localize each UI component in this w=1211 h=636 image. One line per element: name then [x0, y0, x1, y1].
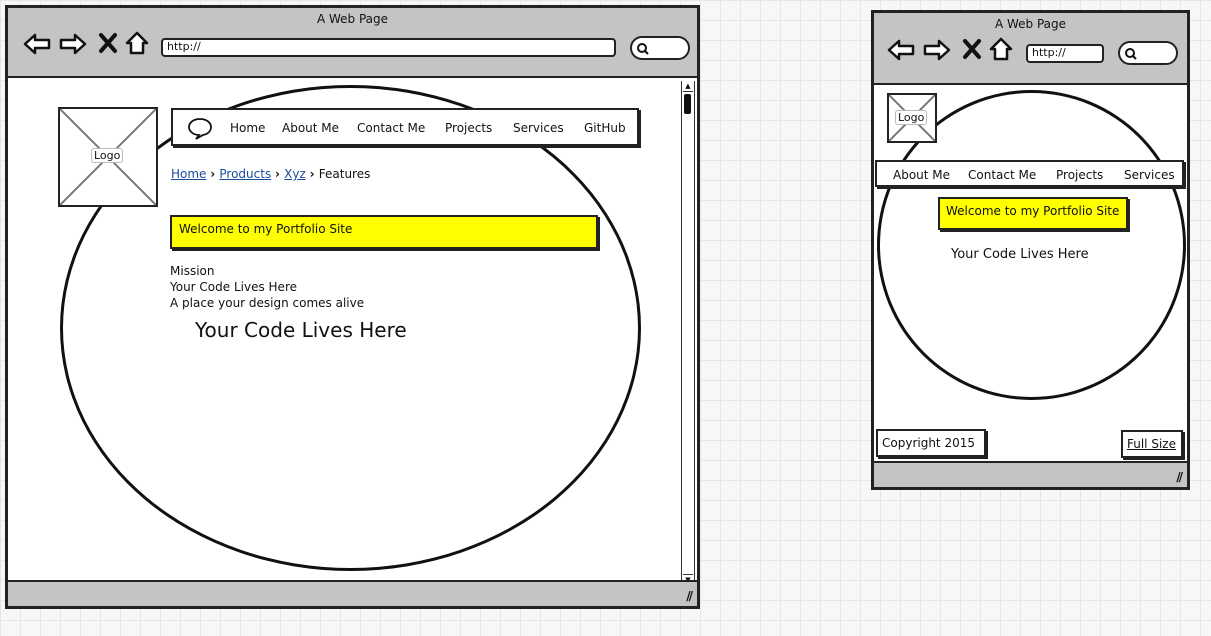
breadcrumb-xyz[interactable]: Xyz — [284, 167, 306, 181]
nav-projects[interactable]: Projects — [445, 121, 492, 135]
mobile-search-field[interactable] — [1118, 41, 1178, 65]
resize-grip-icon[interactable]: // — [686, 589, 693, 603]
full-size-button[interactable]: Full Size — [1121, 430, 1183, 458]
back-arrow-icon[interactable] — [22, 32, 52, 56]
nav-about-me[interactable]: About Me — [282, 121, 339, 135]
mobile-logo: Logo — [887, 93, 937, 143]
search-icon — [637, 43, 649, 55]
breadcrumb: Home › Products › Xyz › Features — [171, 167, 370, 181]
speech-bubble-icon — [188, 118, 212, 140]
breadcrumb-features: Features — [318, 167, 371, 181]
home-icon[interactable] — [988, 36, 1014, 62]
mobile-code-lives-text: Your Code Lives Here — [951, 247, 1089, 262]
nav-home[interactable]: Home — [230, 121, 265, 135]
mobile-browser-window: A Web Page http:// Logo About Me Contact… — [871, 10, 1190, 490]
search-icon — [1125, 48, 1137, 60]
desktop-browser-window: A Web Page http:// Logo Home About Me Co… — [5, 5, 700, 609]
desktop-scrollbar[interactable]: ▲ ▼ — [681, 81, 695, 585]
scroll-thumb[interactable] — [684, 94, 691, 114]
nav-github[interactable]: GitHub — [584, 121, 626, 135]
nav-contact-me[interactable]: Contact Me — [968, 168, 1036, 182]
desktop-url-field[interactable]: http:// — [161, 38, 616, 57]
mobile-title-bar: A Web Page http:// — [874, 13, 1187, 85]
desktop-window-title: A Web Page — [316, 12, 389, 26]
desktop-status-bar: // — [8, 580, 697, 606]
forward-arrow-icon[interactable] — [922, 38, 952, 62]
nav-about-me[interactable]: About Me — [893, 168, 950, 182]
home-icon[interactable] — [124, 30, 150, 56]
chevron-right-icon: › — [309, 167, 319, 181]
desktop-hero-heading: Your Code Lives Here — [195, 318, 407, 342]
desktop-welcome-banner: Welcome to my Portfolio Site — [170, 215, 598, 249]
tagline-text: A place your design comes alive — [170, 296, 365, 310]
nav-contact-me[interactable]: Contact Me — [357, 121, 425, 135]
code-lives-text: Your Code Lives Here — [170, 280, 297, 294]
mobile-url-field[interactable]: http:// — [1026, 44, 1104, 63]
forward-arrow-icon[interactable] — [58, 32, 88, 56]
mission-label: Mission — [170, 264, 215, 278]
resize-grip-icon[interactable]: // — [1176, 470, 1183, 484]
stop-icon[interactable] — [962, 38, 982, 60]
mobile-nav-bar: About Me Contact Me Projects Services — [875, 160, 1184, 187]
breadcrumb-home[interactable]: Home — [171, 167, 206, 181]
desktop-logo-label: Logo — [91, 148, 124, 163]
desktop-title-bar: A Web Page http:// — [8, 8, 697, 78]
chevron-right-icon: › — [275, 167, 285, 181]
breadcrumb-products[interactable]: Products — [219, 167, 271, 181]
mobile-welcome-banner: Welcome to my Portfolio Site — [938, 197, 1128, 230]
back-arrow-icon[interactable] — [886, 38, 916, 62]
stop-icon[interactable] — [98, 32, 118, 54]
desktop-logo: Logo — [58, 107, 158, 207]
nav-services[interactable]: Services — [513, 121, 564, 135]
scroll-up-arrow-icon[interactable]: ▲ — [683, 81, 693, 92]
mobile-status-bar: // — [874, 461, 1187, 487]
mobile-window-title: A Web Page — [994, 17, 1067, 31]
desktop-nav-bar: Home About Me Contact Me Projects Servic… — [171, 108, 639, 146]
copyright-label: Copyright 2015 — [876, 429, 986, 457]
mobile-logo-label: Logo — [895, 110, 928, 125]
nav-services[interactable]: Services — [1124, 168, 1175, 182]
nav-projects[interactable]: Projects — [1056, 168, 1103, 182]
desktop-search-field[interactable] — [630, 36, 690, 60]
